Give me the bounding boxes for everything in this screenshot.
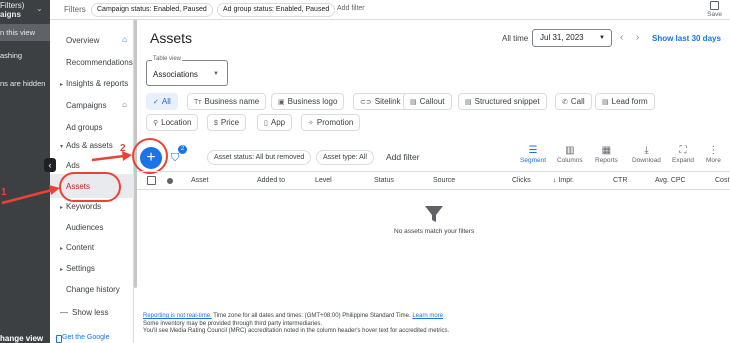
annotation-number-1: 1 xyxy=(1,187,7,198)
annotation-number-2: 2 xyxy=(120,143,126,154)
annotation-arrows xyxy=(1,151,132,205)
